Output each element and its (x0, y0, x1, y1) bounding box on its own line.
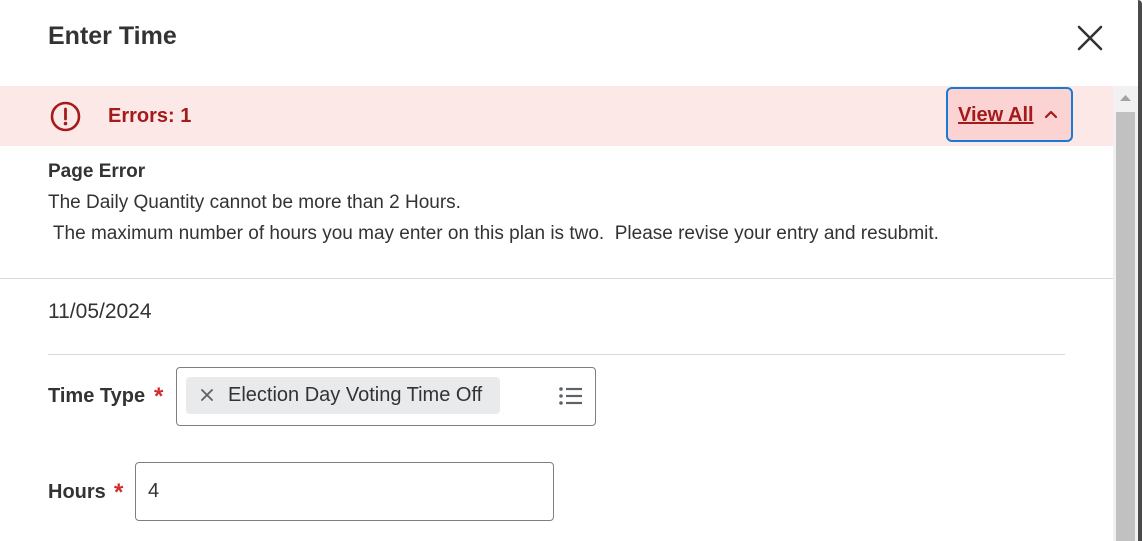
list-icon[interactable] (558, 384, 584, 408)
divider (48, 354, 1065, 355)
required-marker: * (114, 479, 124, 506)
remove-x-icon[interactable] (198, 386, 216, 404)
enter-time-dialog: Enter Time Errors: 1 View All Page Error… (0, 0, 1142, 541)
view-all-label: View All (958, 104, 1034, 126)
error-banner: Errors: 1 View All (0, 86, 1113, 146)
time-type-label: Time Type (48, 385, 146, 407)
error-exclamation-icon (50, 101, 81, 132)
page-error-message: The Daily Quantity cannot be more than 2… (48, 192, 461, 213)
page-error-detail: The maximum number of hours you may ente… (48, 223, 939, 244)
divider (0, 278, 1113, 279)
required-marker: * (154, 383, 164, 410)
page-error-title: Page Error (48, 161, 146, 182)
scrollbar[interactable] (1113, 86, 1138, 541)
error-count: Errors: 1 (108, 105, 192, 127)
close-icon (1077, 25, 1103, 51)
selected-time-type-pill: Election Day Voting Time Off (186, 377, 500, 414)
close-button[interactable] (1070, 18, 1110, 58)
time-type-field[interactable]: Election Day Voting Time Off (176, 367, 596, 426)
selected-time-type: Election Day Voting Time Off (228, 384, 483, 406)
hours-label: Hours (48, 481, 106, 503)
scroll-up-arrow-icon[interactable] (1113, 86, 1138, 108)
scrollbar-thumb[interactable] (1116, 112, 1135, 541)
window-edge (1138, 0, 1142, 541)
chevron-up-icon (1044, 110, 1058, 119)
hours-input[interactable] (135, 462, 554, 521)
view-all-button[interactable]: View All (946, 87, 1073, 142)
entry-date: 11/05/2024 (48, 300, 152, 323)
dialog-title: Enter Time (48, 22, 177, 50)
